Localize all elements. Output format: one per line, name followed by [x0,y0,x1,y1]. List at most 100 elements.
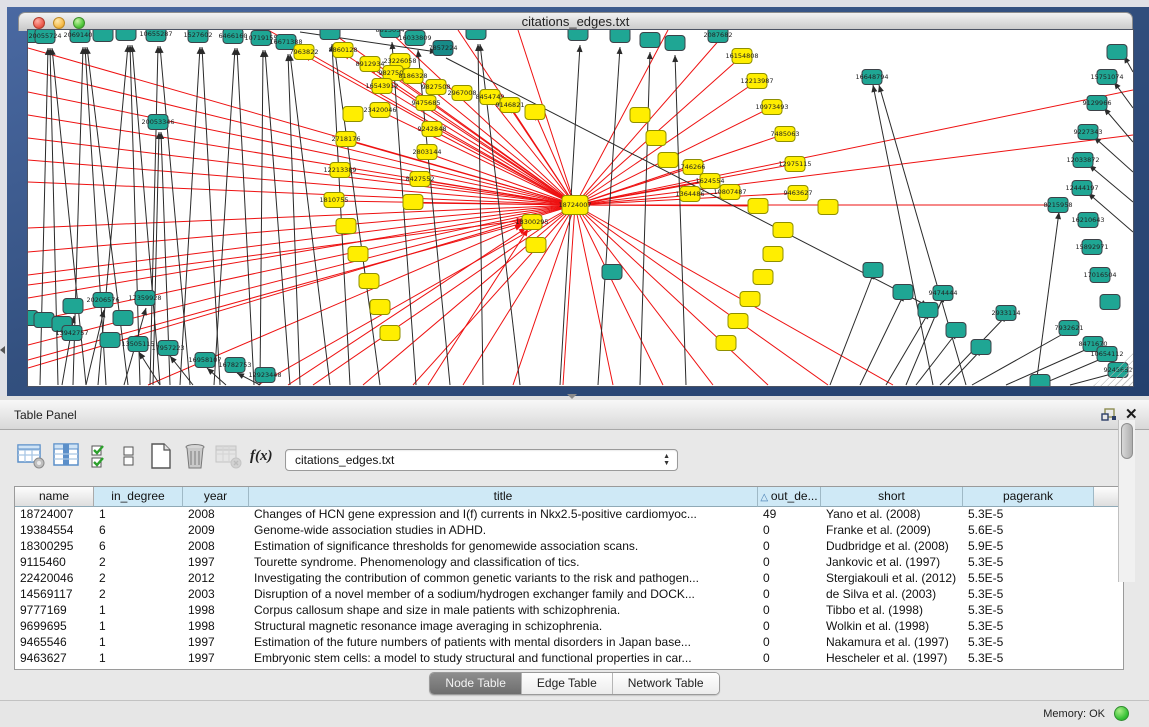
citation-edge-red[interactable] [575,205,663,385]
table-cell-out_degree[interactable]: 0 [758,539,821,555]
graph-node[interactable] [466,30,486,40]
graph-node[interactable] [100,333,120,348]
citation-edge-black[interactable] [160,46,190,385]
table-cell-pagerank[interactable]: 5.6E-5 [963,523,1094,539]
graph-node[interactable] [348,247,368,262]
table-cell-name[interactable]: 18300295 [15,539,94,555]
table-cell-in_degree[interactable]: 6 [94,523,183,539]
table-cell-short[interactable]: de Silva et al. (2003) [821,587,963,603]
table-cell-pagerank[interactable]: 5.3E-5 [963,603,1094,619]
table-cell-out_degree[interactable]: 0 [758,555,821,571]
window-close-button[interactable] [33,17,45,29]
graph-node[interactable] [658,153,678,168]
table-cell-name[interactable]: 9465546 [15,635,94,651]
graph-node[interactable] [630,108,650,123]
table-cell-year[interactable]: 1997 [183,555,249,571]
graph-node[interactable] [336,219,356,234]
citation-edge-black[interactable] [290,54,330,385]
graph-node[interactable] [610,30,630,43]
citation-edge-black[interactable] [260,50,263,385]
citation-edge-black[interactable] [40,48,48,385]
table-cell-name[interactable]: 18724007 [15,507,94,523]
network-window-titlebar[interactable]: citations_edges.txt [18,12,1133,31]
table-cell-title[interactable]: Estimation of the future numbers of pati… [249,635,758,651]
table-cell-short[interactable]: Jankovic et al. (1997) [821,555,963,571]
graph-node[interactable] [113,311,133,326]
table-row[interactable]: 946362711997Embryonic stem cells: a mode… [15,651,1123,667]
table-cell-name[interactable]: 9463627 [15,651,94,667]
citation-edge-black[interactable] [886,312,929,385]
citation-edge-black[interactable] [1094,137,1133,172]
column-header-year[interactable]: year [183,487,249,507]
graph-node[interactable] [1100,295,1120,310]
table-mode-icon[interactable] [16,442,46,472]
table-cell-out_degree[interactable]: 0 [758,651,821,667]
table-cell-short[interactable]: Dudbridge et al. (2008) [821,539,963,555]
table-cell-pagerank[interactable]: 5.3E-5 [963,619,1094,635]
table-cell-short[interactable]: Franke et al. (2009) [821,523,963,539]
graph-node[interactable] [1030,375,1050,387]
graph-node[interactable] [525,105,545,120]
table-cell-title[interactable]: Genome-wide association studies in ADHD. [249,523,758,539]
graph-node[interactable] [93,30,113,42]
graph-node[interactable] [665,36,685,51]
table-cell-in_degree[interactable]: 6 [94,539,183,555]
citation-edge-black[interactable] [180,47,200,385]
table-cell-out_degree[interactable]: 0 [758,603,821,619]
window-zoom-button[interactable] [73,17,85,29]
tab-edge-table[interactable]: Edge Table [522,673,613,694]
column-header-short[interactable]: short [821,487,963,507]
table-row[interactable]: 1872400712008Changes of HCN gene express… [15,507,1123,523]
table-cell-name[interactable]: 9777169 [15,603,94,619]
citation-edge-red[interactable] [413,205,575,385]
table-cell-pagerank[interactable]: 5.3E-5 [963,555,1094,571]
citation-edge-red[interactable] [28,160,575,205]
table-cell-year[interactable]: 2008 [183,539,249,555]
graph-node[interactable] [728,314,748,329]
table-row[interactable]: 2242004622012Investigating the contribut… [15,571,1123,587]
citation-edge-red[interactable] [575,205,613,385]
table-row[interactable]: 911546021997Tourette syndrome. Phenomeno… [15,555,1123,571]
table-cell-year[interactable]: 2003 [183,587,249,603]
table-cell-title[interactable]: Changes of HCN gene expression and I(f) … [249,507,758,523]
table-cell-year[interactable]: 1998 [183,619,249,635]
table-cell-out_degree[interactable]: 0 [758,523,821,539]
scrollbar-thumb[interactable] [1121,423,1133,459]
citation-edge-black[interactable] [598,47,620,385]
table-row[interactable]: 1456911722003Disruption of a novel membe… [15,587,1123,603]
table-cell-out_degree[interactable]: 0 [758,635,821,651]
table-cell-in_degree[interactable]: 2 [94,555,183,571]
table-cell-year[interactable]: 1997 [183,635,249,651]
table-cell-title[interactable]: Structural magnetic resonance image aver… [249,619,758,635]
table-cell-title[interactable]: Disruption of a novel member of a sodium… [249,587,758,603]
graph-node[interactable] [1107,45,1127,60]
sidebar-collapse-icon[interactable] [0,346,5,354]
table-cell-short[interactable]: Hescheler et al. (1997) [821,651,963,667]
table-cell-title[interactable]: Estimation of significance thresholds fo… [249,539,758,555]
table-cell-in_degree[interactable]: 2 [94,571,183,587]
graph-node[interactable] [646,131,666,146]
graph-node[interactable] [640,33,660,48]
graph-node[interactable] [380,326,400,341]
table-cell-short[interactable]: Wolkin et al. (1998) [821,619,963,635]
table-row[interactable]: 1830029562008Estimation of significance … [15,539,1123,555]
graph-node[interactable] [320,30,340,40]
table-cell-year[interactable]: 2012 [183,571,249,587]
graph-node[interactable] [716,336,736,351]
citation-edge-black[interactable] [214,48,235,385]
citation-edge-black[interactable] [288,54,300,385]
select-rows-icon[interactable] [90,442,112,472]
table-cell-title[interactable]: Tourette syndrome. Phenomenology and cla… [249,555,758,571]
table-cell-short[interactable]: Nakamura et al. (1997) [821,635,963,651]
citation-edge-black[interactable] [879,85,966,385]
float-panel-icon[interactable] [1100,407,1118,423]
citation-network-graph[interactable]: 2005572420691406106552871527602646616010… [28,30,1133,386]
table-cell-name[interactable]: 14569117 [15,587,94,603]
graph-node[interactable] [526,238,546,253]
column-header-name[interactable]: name [15,487,94,507]
tab-node-table[interactable]: Node Table [430,673,522,694]
graph-node[interactable] [116,30,136,41]
graph-node[interactable] [773,223,793,238]
graph-node[interactable] [370,300,390,315]
graph-node[interactable] [343,107,363,122]
